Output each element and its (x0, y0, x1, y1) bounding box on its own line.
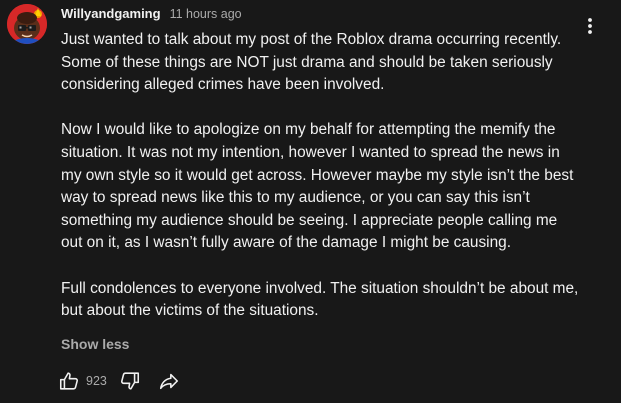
comment-paragraph: Now I would like to apologize on my beha… (61, 121, 574, 252)
comment-thread: Willyandgaming 11 hours ago Just wanted … (0, 0, 621, 403)
like-count: 923 (86, 374, 107, 388)
comment-actions: 923 (57, 367, 181, 395)
avatar-image (7, 4, 47, 44)
author-name[interactable]: Willyandgaming (61, 6, 161, 21)
comment-paragraph: Full condolences to everyone involved. T… (61, 279, 579, 320)
comment-timestamp[interactable]: 11 hours ago (170, 7, 242, 21)
comment-body: Just wanted to talk about my post of the… (61, 29, 581, 323)
more-vert-icon (588, 18, 592, 34)
show-less-button[interactable]: Show less (61, 336, 129, 352)
share-button[interactable] (157, 369, 181, 393)
thumbs-up-icon (59, 372, 78, 390)
share-icon (159, 373, 178, 390)
comment-header: Willyandgaming 11 hours ago (61, 6, 242, 24)
like-button[interactable] (57, 369, 81, 393)
comment-paragraph: Just wanted to talk about my post of the… (61, 31, 562, 94)
thumbs-down-icon (120, 372, 139, 390)
avatar[interactable] (7, 4, 47, 44)
dislike-button[interactable] (118, 369, 142, 393)
